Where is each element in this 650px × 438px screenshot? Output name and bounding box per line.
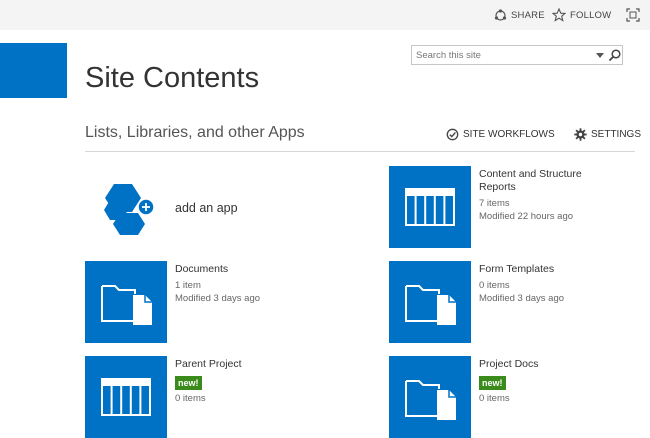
- site-logo[interactable]: [0, 43, 67, 98]
- app-title-line: Reports: [479, 181, 516, 193]
- app-item-count: 0 items: [479, 393, 510, 404]
- app-tile-form-templates[interactable]: [389, 261, 471, 343]
- star-icon: [552, 8, 566, 22]
- share-label: SHARE: [511, 9, 545, 21]
- list-icon: [405, 188, 455, 226]
- search-icon[interactable]: [608, 48, 622, 62]
- share-icon: [494, 8, 507, 21]
- app-modified: Modified 22 hours ago: [479, 211, 574, 222]
- app-title-project-docs[interactable]: Project Docs: [479, 358, 539, 371]
- gear-icon: [574, 128, 587, 141]
- app-item-count: 0 items: [479, 280, 510, 291]
- app-tile-project-docs[interactable]: [389, 356, 471, 438]
- search-input[interactable]: [416, 47, 586, 63]
- add-app-icon[interactable]: [98, 180, 160, 236]
- new-badge: new!: [175, 376, 202, 390]
- library-icon: [405, 285, 456, 325]
- site-workflows-label: SITE WORKFLOWS: [463, 129, 555, 140]
- app-title-form-templates[interactable]: Form Templates: [479, 263, 554, 276]
- app-tile-documents[interactable]: [85, 261, 167, 343]
- app-item-count: 1 item: [175, 280, 201, 291]
- focus-on-content-button[interactable]: [626, 0, 644, 30]
- focus-icon: [626, 8, 640, 22]
- share-button[interactable]: SHARE: [494, 0, 545, 30]
- list-icon: [101, 378, 151, 416]
- site-workflows-button[interactable]: SITE WORKFLOWS: [446, 128, 555, 141]
- search-box: [411, 45, 623, 65]
- app-modified: Modified 3 days ago: [479, 293, 565, 304]
- settings-button[interactable]: SETTINGS: [574, 128, 641, 141]
- app-item-count: 0 items: [175, 393, 206, 404]
- follow-label: FOLLOW: [570, 9, 612, 21]
- library-icon: [405, 380, 456, 420]
- chevron-down-icon[interactable]: [593, 48, 607, 62]
- add-app-link[interactable]: add an app: [175, 201, 238, 215]
- app-modified: Modified 3 days ago: [175, 293, 261, 304]
- settings-label: SETTINGS: [591, 129, 642, 140]
- workflow-icon: [446, 128, 459, 141]
- page-title: Site Contents: [85, 62, 260, 94]
- app-tile-content-and-structure-reports[interactable]: [389, 166, 471, 248]
- app-title-parent-project[interactable]: Parent Project: [175, 358, 242, 371]
- suite-bar: SHARE FOLLOW: [0, 0, 650, 30]
- app-item-count: 7 items: [479, 198, 510, 209]
- app-title-documents[interactable]: Documents: [175, 263, 228, 276]
- app-title-line: Content and Structure: [479, 168, 582, 180]
- new-badge: new!: [479, 376, 506, 390]
- follow-button[interactable]: FOLLOW: [552, 0, 611, 30]
- app-title-content-and-structure-reports[interactable]: Content and Structure Reports: [479, 168, 582, 194]
- section-divider: [85, 151, 635, 152]
- library-icon: [101, 285, 152, 325]
- section-heading: Lists, Libraries, and other Apps: [85, 124, 305, 141]
- app-tile-parent-project[interactable]: [85, 356, 167, 438]
